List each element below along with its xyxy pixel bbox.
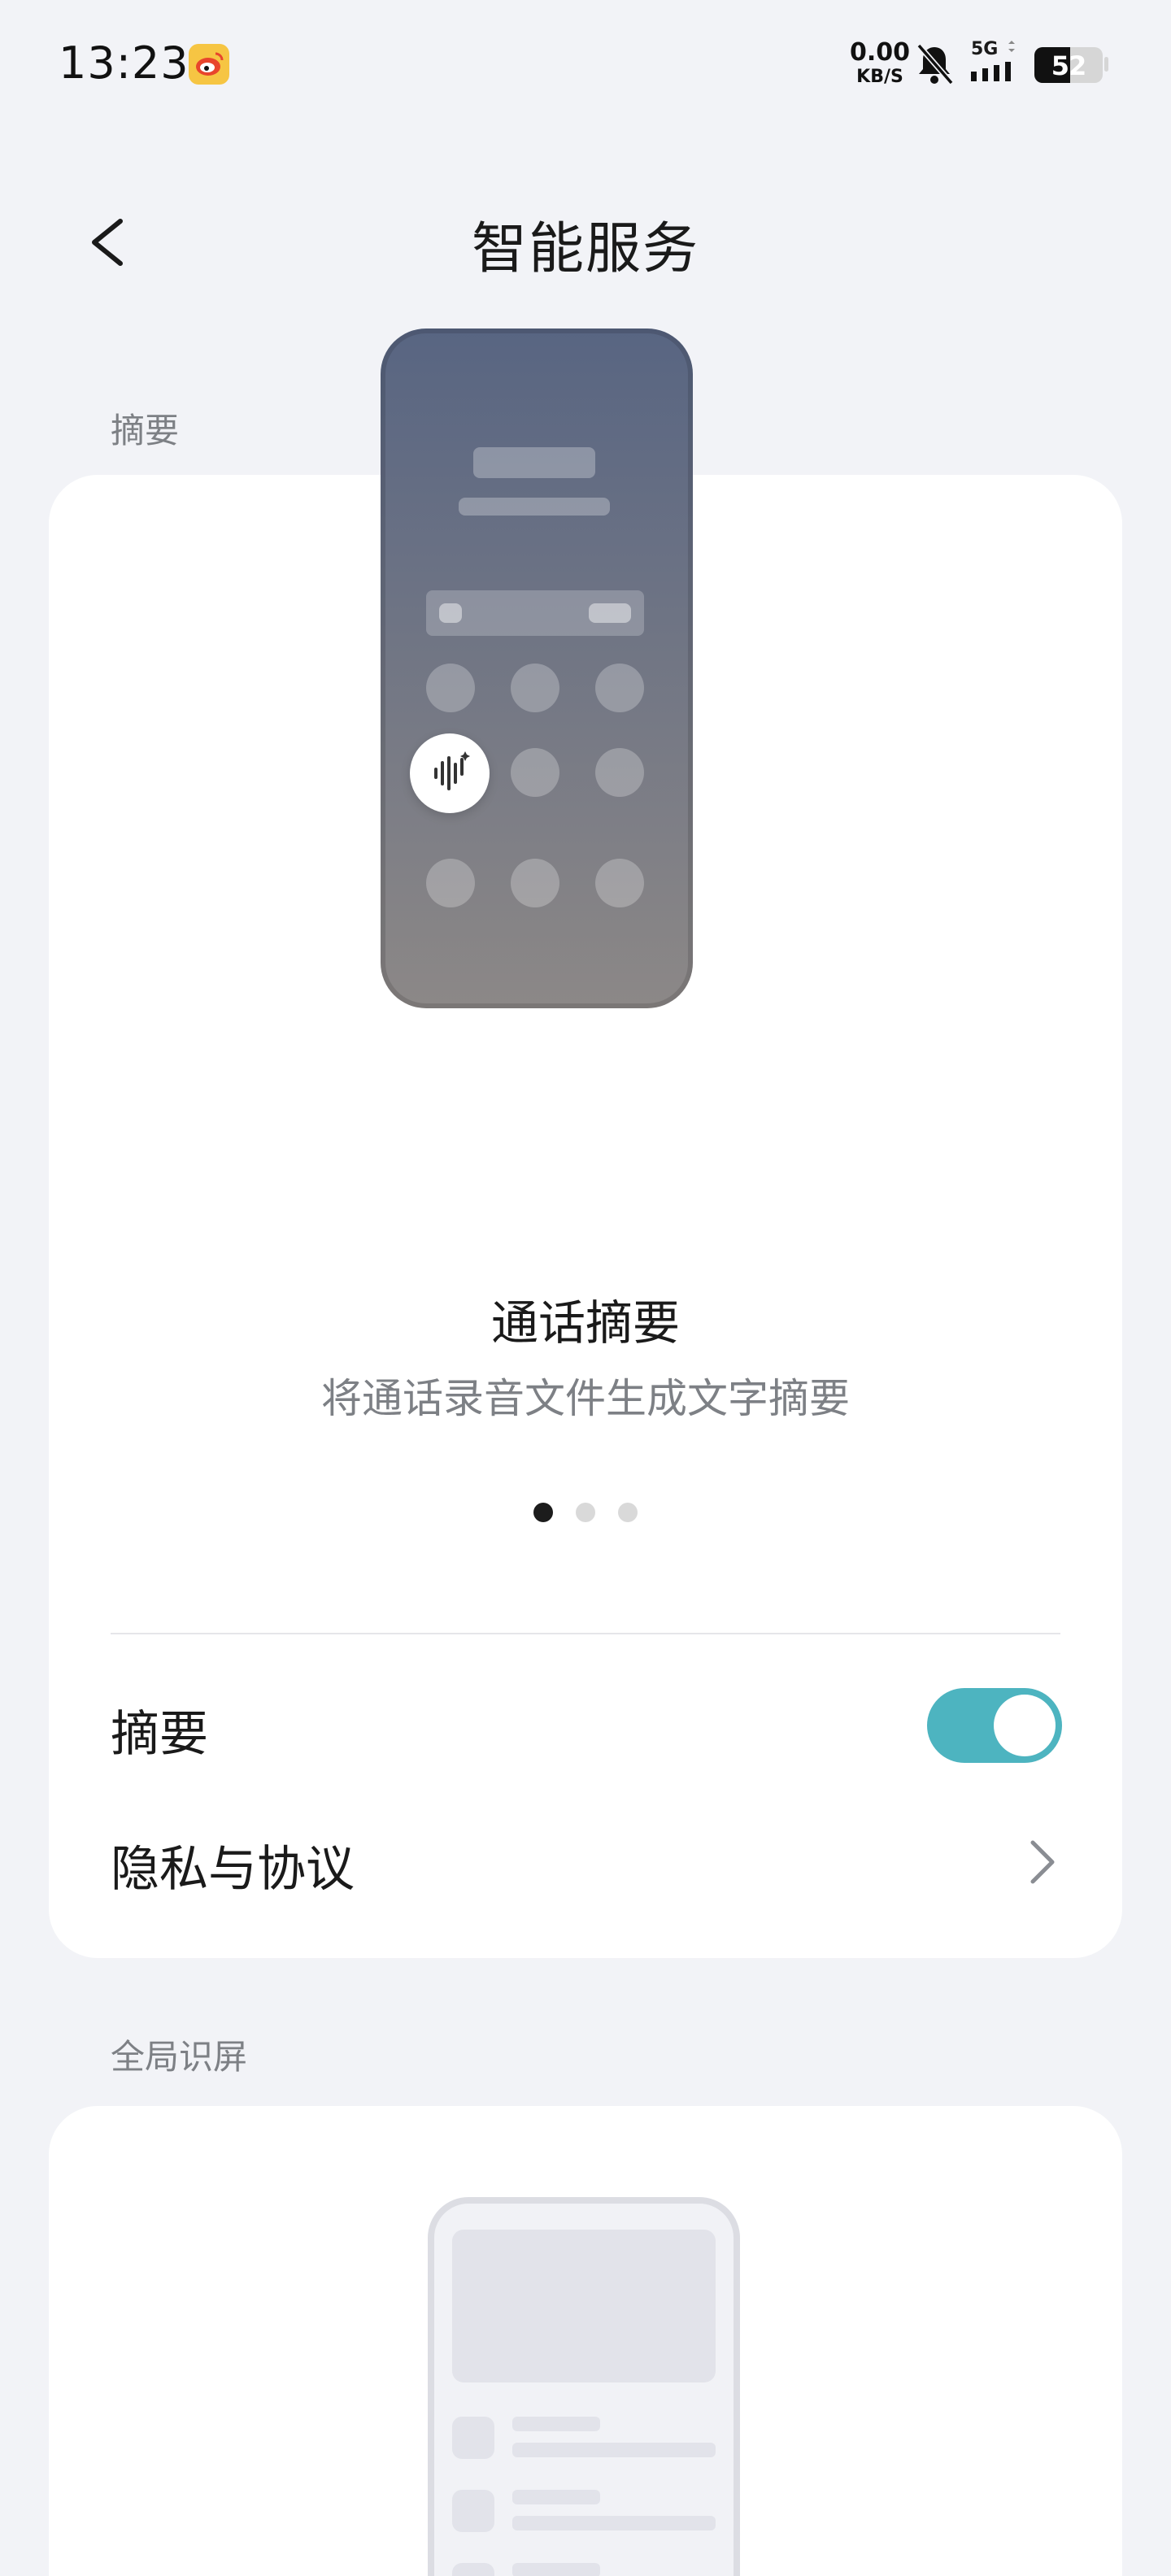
illustration-line: [512, 2490, 600, 2504]
divider: [111, 1633, 1060, 1634]
illustration-key: [511, 748, 559, 797]
illustration-key: [511, 664, 559, 712]
section-label-screen-recognition: 全局识屏: [111, 2037, 248, 2077]
illustration-key: [426, 859, 475, 907]
weibo-icon: [189, 44, 229, 85]
status-time: 13:23: [59, 37, 189, 89]
illustration-chip: [439, 603, 462, 623]
toggle-knob: [994, 1695, 1056, 1756]
illustration-key: [426, 664, 475, 712]
feature-title: 通话摘要: [490, 1295, 680, 1351]
illustration-line: [512, 2563, 600, 2576]
pager-dot[interactable]: [618, 1503, 638, 1522]
page-title: 智能服务: [471, 217, 699, 281]
screen-recognition-illustration: [428, 2197, 740, 2576]
privacy-agreement-item[interactable]: 隐私与协议: [111, 1830, 355, 1900]
voice-wave-icon: [434, 751, 470, 790]
illustration-key: [511, 859, 559, 907]
illustration-bar: [473, 447, 595, 478]
network-speed-unit: KB/S: [856, 67, 903, 87]
chevron-right-icon[interactable]: [1021, 1836, 1060, 1888]
section-label-summary: 摘要: [111, 411, 180, 450]
battery-indicator: 52: [1034, 47, 1103, 83]
signal-icon: 5G: [969, 39, 1023, 86]
illustration-line: [512, 2443, 716, 2457]
carousel-pager[interactable]: [0, 1503, 1171, 1525]
network-speed-value: 0.00: [849, 38, 911, 67]
summary-toggle[interactable]: [927, 1688, 1062, 1763]
call-summary-illustration: [381, 329, 693, 1008]
battery-tip: [1104, 57, 1108, 72]
illustration-bar: [459, 498, 610, 516]
illustration-block: [452, 2230, 716, 2382]
illustration-line: [512, 2516, 716, 2530]
feature-subtitle: 将通话录音文件生成文字摘要: [321, 1375, 850, 1422]
battery-level: 52: [1051, 50, 1087, 81]
illustration-line: [512, 2417, 600, 2431]
illustration-thumb: [452, 2490, 494, 2532]
summary-toggle-label: 摘要: [111, 1706, 208, 1763]
smart-services-page: 13:23 0.00 KB/S 5G 52 智能服务 摘要 通话摘要 将通话录音…: [0, 0, 1171, 2576]
pager-dot[interactable]: [533, 1503, 553, 1522]
illustration-thumb: [452, 2417, 494, 2459]
illustration-key: [595, 859, 644, 907]
bell-muted-icon: [912, 41, 956, 88]
voice-summary-button: [410, 733, 490, 813]
network-speed: 0.00 KB/S: [839, 41, 921, 86]
pager-dot[interactable]: [576, 1503, 595, 1522]
illustration-thumb: [452, 2563, 494, 2576]
illustration-key: [595, 664, 644, 712]
illustration-key: [595, 748, 644, 797]
illustration-chip: [589, 603, 631, 623]
